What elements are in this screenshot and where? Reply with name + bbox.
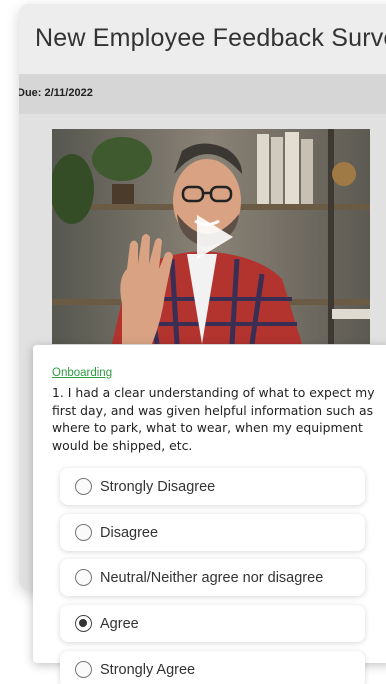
radio-button[interactable] [75, 478, 92, 495]
due-date-bar: Due: 2/11/2022 [19, 74, 386, 114]
question-category-link[interactable]: Onboarding [52, 367, 112, 379]
option-label: Disagree [100, 524, 159, 541]
radio-button[interactable] [75, 524, 92, 541]
option-neutral[interactable]: Neutral/Neither agree nor disagree [60, 559, 365, 596]
option-label: Strongly Disagree [100, 478, 216, 495]
radio-button[interactable] [75, 569, 92, 586]
option-strongly-agree[interactable]: Strongly Agree [60, 651, 365, 684]
video-player[interactable] [52, 129, 370, 344]
due-date: Due: 2/11/2022 [19, 87, 93, 99]
option-disagree[interactable]: Disagree [60, 514, 365, 551]
question-card: Onboarding 1. I had a clear understandin… [33, 345, 386, 684]
option-strongly-disagree[interactable]: Strongly Disagree [60, 468, 365, 505]
radio-button[interactable] [75, 661, 92, 678]
play-icon [197, 214, 233, 259]
stage: New Employee Feedback Survey Due: 2/11/2… [0, 0, 386, 684]
question-text: 1. I had a clear understanding of what t… [52, 385, 375, 453]
option-label: Neutral/Neither agree nor disagree [100, 569, 324, 586]
option-label: Agree [100, 615, 139, 632]
survey-title: New Employee Feedback Survey [19, 4, 386, 74]
option-label: Strongly Agree [100, 661, 196, 678]
option-agree[interactable]: Agree [60, 605, 365, 642]
play-button[interactable] [181, 207, 241, 267]
radio-button-selected[interactable] [75, 615, 92, 632]
